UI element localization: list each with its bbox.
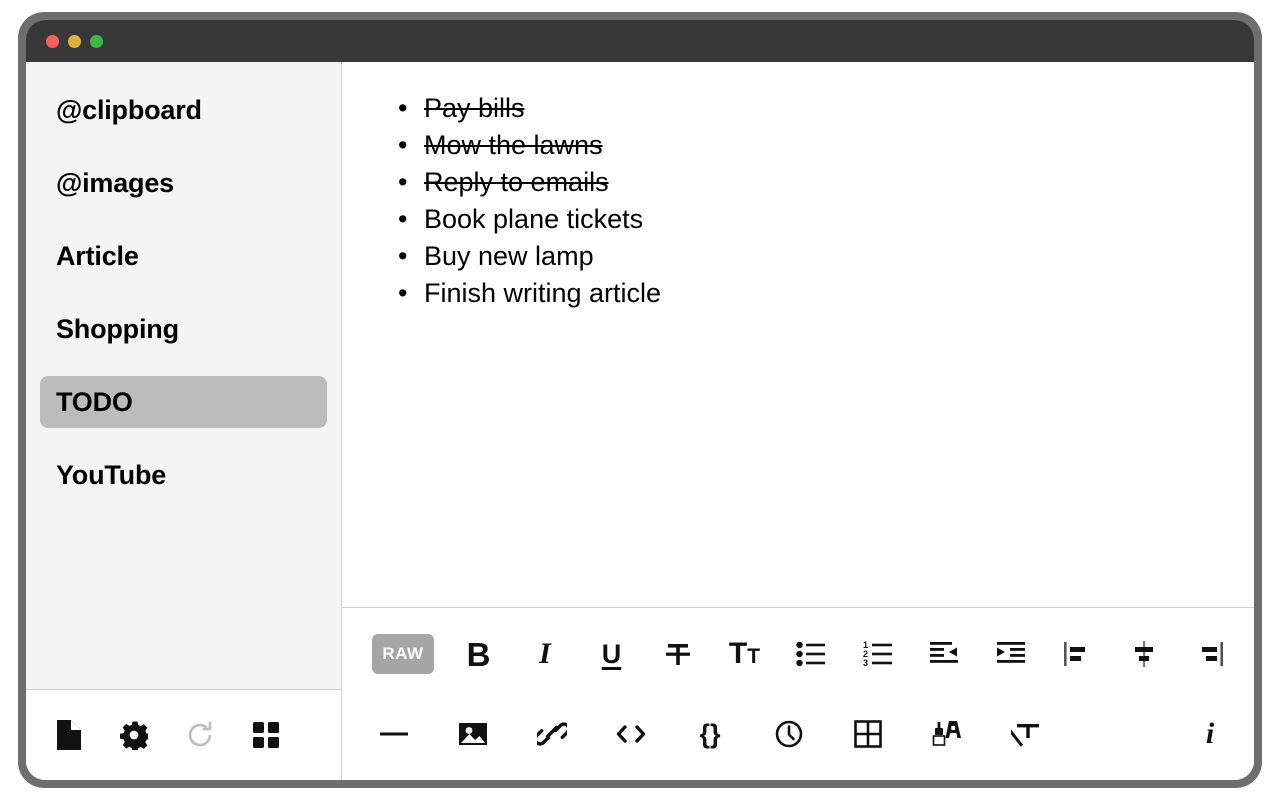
minimize-window-button[interactable] bbox=[68, 34, 81, 48]
toolbar-row-1: RAW B I U TT 1 2 3 bbox=[372, 614, 1232, 694]
svg-text:3: 3 bbox=[863, 658, 868, 667]
list-item-text: Buy new lamp bbox=[424, 241, 594, 271]
list-item[interactable]: Book plane tickets bbox=[394, 201, 1220, 238]
sidebar-item-clipboard[interactable]: @clipboard bbox=[40, 84, 327, 136]
zoom-window-button[interactable] bbox=[90, 34, 103, 48]
sidebar-item-label: @clipboard bbox=[56, 94, 202, 125]
raw-badge-label: RAW bbox=[372, 634, 434, 674]
format-toolbar: RAW B I U TT 1 2 3 {} i bbox=[342, 608, 1254, 780]
raw-toggle[interactable]: RAW bbox=[372, 632, 434, 676]
italic-button[interactable]: I bbox=[523, 632, 567, 676]
image-icon[interactable] bbox=[451, 712, 495, 756]
sidebar-item-todo[interactable]: TODO bbox=[40, 376, 327, 428]
note-editor[interactable]: Pay bills Mow the lawns Reply to emails … bbox=[342, 62, 1254, 608]
italic-label: I bbox=[539, 637, 551, 670]
refresh-icon[interactable] bbox=[186, 721, 214, 749]
list-item[interactable]: Finish writing article bbox=[394, 275, 1220, 312]
bold-label: B bbox=[466, 635, 491, 673]
bulleted-list-icon[interactable] bbox=[789, 632, 833, 676]
list-item-text: Finish writing article bbox=[424, 278, 662, 308]
todo-list: Pay bills Mow the lawns Reply to emails … bbox=[394, 90, 1220, 312]
sidebar-item-article[interactable]: Article bbox=[40, 230, 327, 282]
sidebar-item-youtube[interactable]: YouTube bbox=[40, 449, 327, 501]
toolbar-row-2: {} i bbox=[372, 694, 1232, 774]
info-glyph: i bbox=[1205, 717, 1215, 750]
sidebar-item-label: @images bbox=[56, 167, 174, 198]
braces-glyph: {} bbox=[699, 718, 721, 749]
clear-formatting-icon[interactable] bbox=[1004, 712, 1048, 756]
list-item[interactable]: Pay bills bbox=[394, 90, 1220, 127]
list-item-text: Mow the lawns bbox=[424, 130, 603, 160]
body-split: @clipboard @images Article Shopping TODO bbox=[26, 62, 1254, 780]
sidebar-item-label: Shopping bbox=[56, 313, 179, 344]
align-center-icon[interactable] bbox=[1122, 632, 1166, 676]
sidebar-item-shopping[interactable]: Shopping bbox=[40, 303, 327, 355]
sidebar-footer bbox=[26, 690, 341, 780]
code-icon[interactable] bbox=[609, 712, 653, 756]
outdent-icon[interactable] bbox=[922, 632, 966, 676]
code-block-icon[interactable]: {} bbox=[688, 712, 732, 756]
list-item[interactable]: Reply to emails bbox=[394, 164, 1220, 201]
close-window-button[interactable] bbox=[46, 34, 59, 48]
list-item[interactable]: Buy new lamp bbox=[394, 238, 1220, 275]
titlebar bbox=[26, 20, 1254, 62]
app-window: @clipboard @images Article Shopping TODO bbox=[18, 12, 1262, 788]
underline-label: U bbox=[601, 638, 622, 669]
bold-button[interactable]: B bbox=[457, 632, 501, 676]
grid-icon[interactable] bbox=[252, 721, 280, 749]
sidebar-item-label: Article bbox=[56, 240, 139, 271]
underline-button[interactable]: U bbox=[590, 632, 634, 676]
sidebar-item-images[interactable]: @images bbox=[40, 157, 327, 209]
clock-icon[interactable] bbox=[767, 712, 811, 756]
link-icon[interactable] bbox=[530, 712, 574, 756]
list-item-text: Pay bills bbox=[424, 93, 525, 123]
list-item[interactable]: Mow the lawns bbox=[394, 127, 1220, 164]
text-color-icon[interactable] bbox=[925, 712, 969, 756]
sidebar: @clipboard @images Article Shopping TODO bbox=[26, 62, 342, 780]
note-list: @clipboard @images Article Shopping TODO bbox=[26, 62, 341, 690]
traffic-lights bbox=[46, 34, 103, 48]
sidebar-item-label: YouTube bbox=[56, 459, 167, 490]
main-area: Pay bills Mow the lawns Reply to emails … bbox=[342, 62, 1254, 780]
sidebar-item-label: TODO bbox=[56, 386, 133, 417]
horizontal-rule-icon[interactable] bbox=[372, 712, 416, 756]
align-right-icon[interactable] bbox=[1188, 632, 1232, 676]
align-left-icon[interactable] bbox=[1055, 632, 1099, 676]
list-item-text: Reply to emails bbox=[424, 167, 609, 197]
numbered-list-icon[interactable]: 1 2 3 bbox=[856, 632, 900, 676]
table-icon[interactable] bbox=[846, 712, 890, 756]
info-icon[interactable]: i bbox=[1188, 712, 1232, 756]
strikethrough-icon[interactable] bbox=[656, 632, 700, 676]
font-size-glyph: TT bbox=[728, 637, 761, 670]
window-inner: @clipboard @images Article Shopping TODO bbox=[26, 20, 1254, 780]
indent-icon[interactable] bbox=[989, 632, 1033, 676]
list-item-text: Book plane tickets bbox=[424, 204, 644, 234]
gear-icon[interactable] bbox=[120, 721, 148, 750]
font-size-icon[interactable]: TT bbox=[723, 632, 767, 676]
new-document-icon[interactable] bbox=[54, 720, 82, 750]
